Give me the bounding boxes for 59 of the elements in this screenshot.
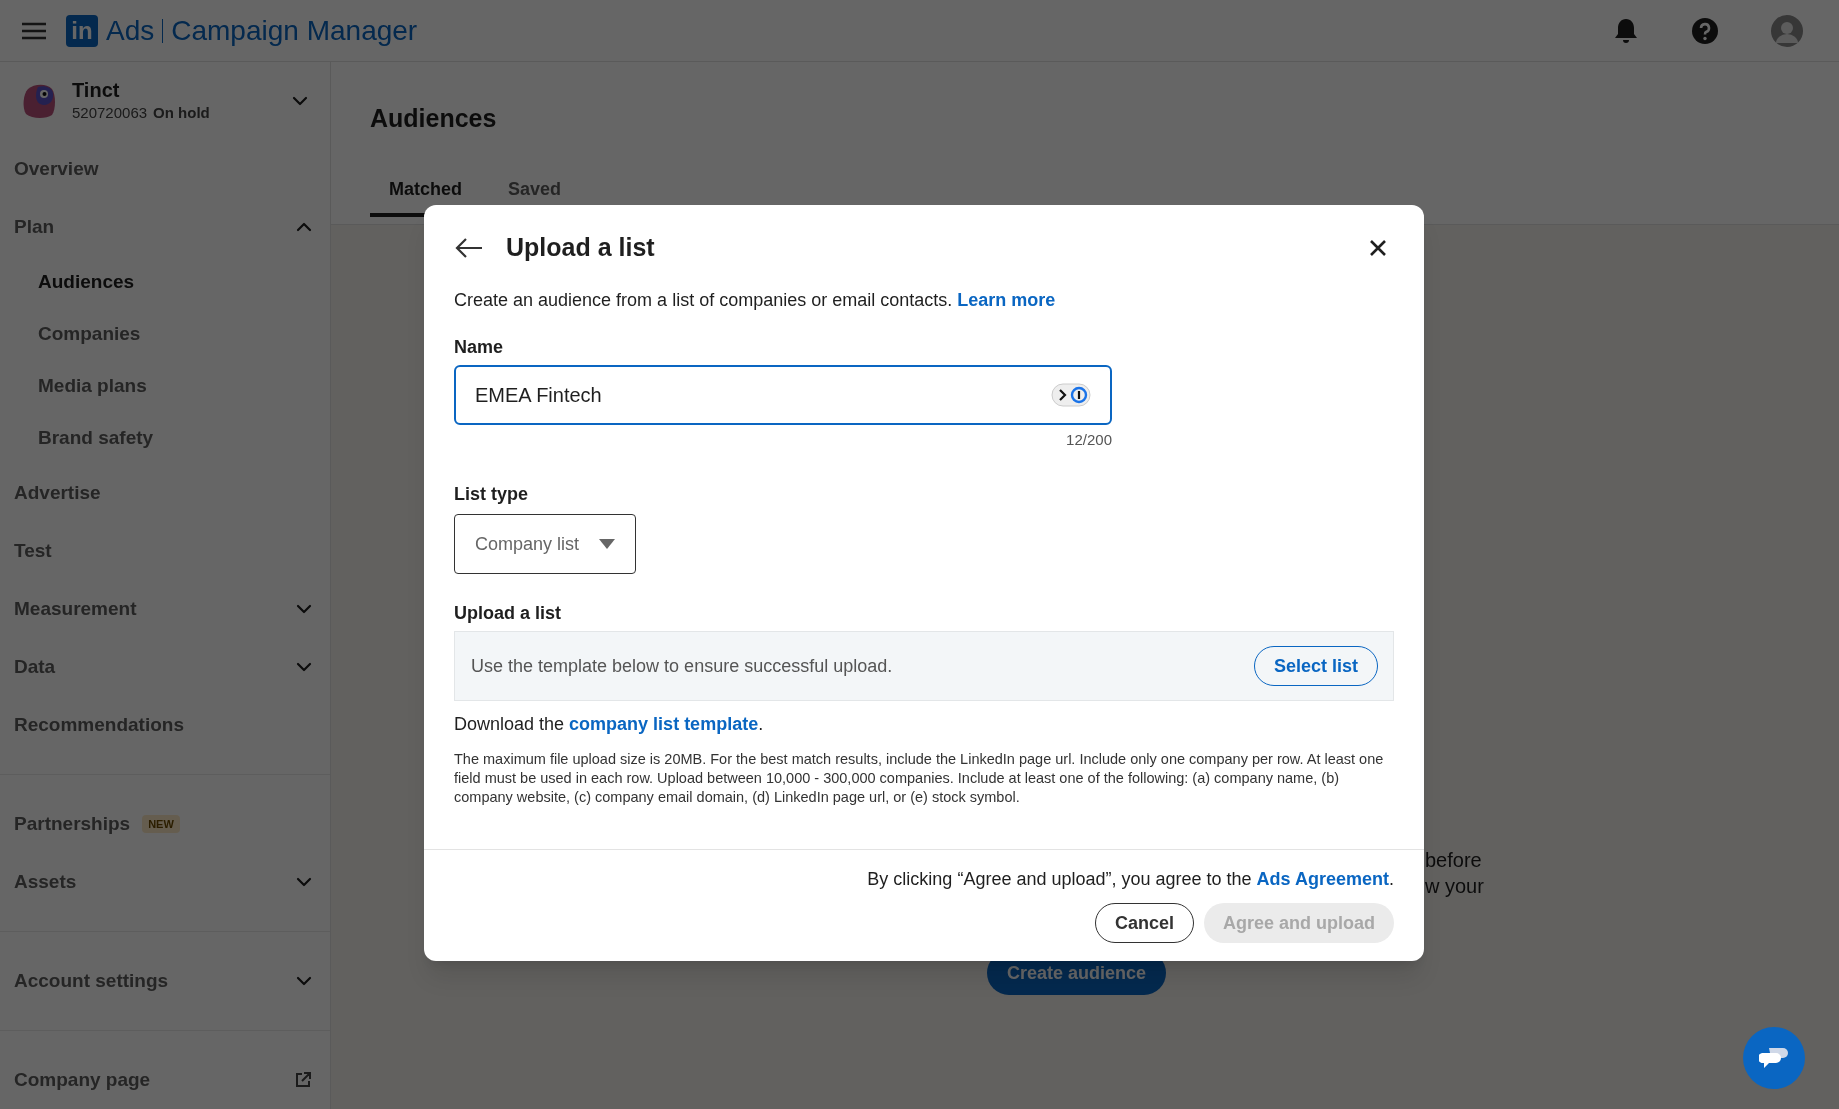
account-logo-icon — [22, 83, 56, 119]
field-label: List type — [454, 483, 529, 506]
cancel-button[interactable]: Cancel — [1094, 903, 1194, 943]
nav-item[interactable]: Recommendations — [14, 710, 184, 740]
nav-item[interactable]: Companies — [38, 319, 141, 349]
chevron-down-icon — [296, 976, 312, 986]
list-type-dropdown[interactable]: Company list — [454, 514, 636, 574]
field-label: Upload a list — [454, 602, 562, 625]
account-name: Tinct — [72, 77, 121, 102]
ads-agreement-link[interactable]: Ads Agreement — [1256, 869, 1389, 889]
chat-icon — [1759, 1045, 1789, 1071]
fine-print: The maximum file upload size is 20MB. For the best match results, include the LinkedIn page url. Include only one company per row. At least one field must be used in each row. Upload between 10,000 - 300,000 companies. Include at least one of the following: (a) company name, (b) company website, (c) company email domain, (d) LinkedIn page url, or (e) stock symbol. — [454, 750, 1385, 807]
info-text: before — [1425, 848, 1483, 873]
external-link-icon[interactable] — [294, 1071, 312, 1089]
account-status: On hold — [153, 102, 210, 123]
close-icon[interactable] — [1368, 237, 1388, 258]
template-link[interactable]: company list template — [569, 714, 759, 734]
nav-item[interactable]: Account settings — [14, 966, 169, 996]
menu-icon[interactable] — [20, 20, 48, 41]
field-label: Name — [454, 335, 505, 359]
chevron-down-icon — [296, 877, 312, 887]
info-text: w your — [1425, 874, 1484, 899]
nav-item[interactable]: Media plans — [38, 371, 147, 401]
app-title: Campaign Manager — [171, 13, 418, 48]
password-manager-icon[interactable] — [1051, 382, 1091, 407]
bell-icon[interactable] — [1613, 16, 1639, 45]
nav-item[interactable]: Measurement — [14, 594, 137, 624]
nav-item[interactable]: Test — [14, 536, 52, 566]
help-icon[interactable] — [1691, 16, 1719, 45]
nav-item[interactable]: Audiences — [38, 267, 135, 297]
chevron-down-icon — [292, 96, 308, 106]
new-badge: NEW — [142, 814, 180, 834]
learn-more-link[interactable]: Learn more — [957, 289, 1056, 310]
download-text: Download the company list template. — [454, 713, 765, 736]
chevron-down-icon — [296, 662, 312, 672]
upload-hint: Use the template below to ensure successful upload. — [471, 654, 893, 678]
nav-item[interactable]: Overview — [14, 154, 99, 184]
back-arrow-icon[interactable] — [454, 236, 484, 259]
dialog-title: Upload a list — [506, 232, 655, 263]
nav-item[interactable]: Advertise — [14, 478, 101, 508]
name-field[interactable]: EMEA Fintech — [454, 364, 1112, 425]
nav-item[interactable]: Brand safety — [38, 423, 154, 453]
chevron-up-icon — [296, 222, 312, 232]
account-id: 520720063 — [72, 102, 148, 123]
chevron-down-icon — [296, 604, 312, 614]
nav-item[interactable]: Plan — [14, 212, 55, 242]
page-title: Audiences — [370, 103, 498, 134]
dialog-description: Create an audience from a list of companies or email contacts. Learn more — [454, 288, 1057, 312]
nav-item[interactable]: Company page — [14, 1065, 151, 1095]
nav-item[interactable]: Partnerships — [14, 809, 131, 839]
product-name: Ads — [106, 13, 155, 48]
dropdown-caret-icon — [599, 539, 615, 549]
agreement-text: By clicking “Agree and upload”, you agree to the Ads Agreement. — [867, 868, 1394, 891]
avatar-icon[interactable] — [1771, 14, 1803, 47]
tab[interactable]: Saved — [489, 175, 581, 217]
character-counter: 12/200 — [1065, 429, 1112, 450]
nav-item[interactable]: Data — [14, 652, 56, 682]
nav-item[interactable]: Assets — [14, 867, 77, 897]
logo-mark[interactable]: in — [66, 14, 98, 47]
